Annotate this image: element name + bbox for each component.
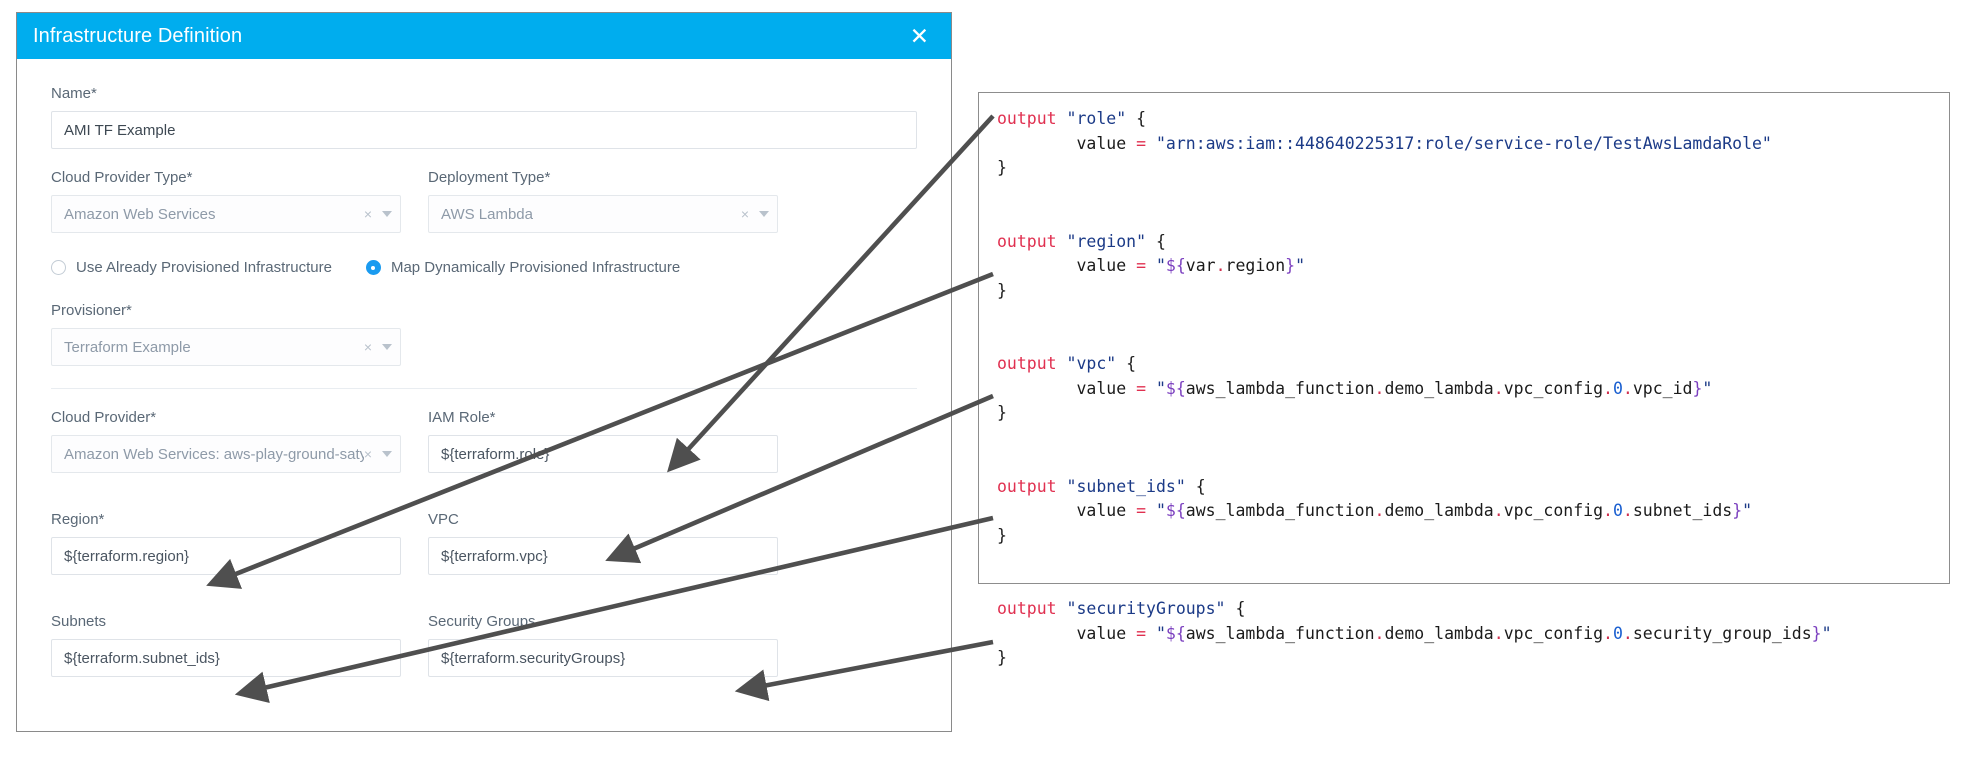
name-label: Name*: [51, 85, 97, 102]
field-group-cloud-provider: Cloud Provider* Amazon Web Services: aws…: [51, 409, 401, 473]
subnets-label: Subnets: [51, 613, 107, 630]
dialog-header: Infrastructure Definition ✕: [17, 13, 951, 59]
field-group-cloud-provider-type: Cloud Provider Type* Amazon Web Services…: [51, 169, 401, 233]
security-groups-label: Security Groups: [428, 613, 536, 630]
provisioning-mode-radio-group: Use Already Provisioned Infrastructure M…: [51, 259, 917, 276]
provisioner-value: Terraform Example: [64, 338, 191, 356]
field-group-subnets: Subnets ${terraform.subnet_ids}: [51, 613, 401, 677]
region-input[interactable]: ${terraform.region}: [51, 537, 401, 575]
row-subnets-securitygroups: Subnets ${terraform.subnet_ids} Security…: [51, 613, 917, 677]
radio-icon-selected[interactable]: [365, 260, 381, 275]
provisioner-col: Terraform Example ×: [51, 328, 401, 366]
clear-icon[interactable]: ×: [364, 446, 372, 462]
row-provider-deployment: Cloud Provider Type* Amazon Web Services…: [51, 169, 917, 233]
code-line-output-close: }: [997, 158, 1007, 177]
code-line-output-close: }: [997, 525, 1007, 545]
code-line-output-close: }: [997, 648, 1007, 667]
chevron-down-icon[interactable]: [759, 211, 769, 217]
clear-icon[interactable]: ×: [364, 339, 372, 355]
iam-role-input[interactable]: ${terraform.role}: [428, 435, 778, 473]
chevron-down-icon[interactable]: [382, 211, 392, 217]
field-group-deployment-type: Deployment Type* AWS Lambda ×: [428, 169, 778, 233]
dialog-title: Infrastructure Definition: [33, 24, 243, 47]
deployment-type-value: AWS Lambda: [441, 205, 533, 223]
radio-map-dynamically-provisioned[interactable]: Map Dynamically Provisioned Infrastructu…: [365, 259, 681, 276]
provisioner-label: Provisioner*: [51, 302, 132, 319]
terraform-outputs-code-panel: output "role" { value = "arn:aws:iam::44…: [978, 92, 1950, 667]
deployment-type-controls: ×: [741, 206, 769, 222]
code-line-value: value = "${aws_lambda_function.demo_lamb…: [1076, 378, 1713, 398]
region-label: Region*: [51, 511, 105, 528]
name-input[interactable]: AMI TF Example: [51, 111, 917, 149]
deployment-type-label: Deployment Type*: [428, 169, 551, 186]
radio-use-already-provisioned[interactable]: Use Already Provisioned Infrastructure: [51, 259, 332, 276]
cloud-provider-type-select[interactable]: Amazon Web Services ×: [51, 195, 401, 233]
clear-icon[interactable]: ×: [741, 206, 749, 222]
dialog-body: Name* AMI TF Example Cloud Provider Type…: [17, 59, 951, 677]
deployment-type-select[interactable]: AWS Lambda ×: [428, 195, 778, 233]
row-region-vpc: Region* ${terraform.region} VPC ${terraf…: [51, 511, 917, 575]
provisioner-controls: ×: [364, 339, 392, 355]
field-group-security-groups: Security Groups ${terraform.securityGrou…: [428, 613, 778, 677]
subnets-input[interactable]: ${terraform.subnet_ids}: [51, 639, 401, 677]
cloud-provider-label: Cloud Provider*: [51, 409, 157, 426]
radio-label: Use Already Provisioned Infrastructure: [76, 259, 332, 276]
code-line-value: value = "${aws_lambda_function.demo_lamb…: [1076, 623, 1832, 643]
code-line-output-open: output "subnet_ids" {: [997, 476, 1206, 496]
code-line-output-open: output "securityGroups" {: [997, 599, 1246, 618]
code-line-output-open: output "role" {: [997, 109, 1147, 128]
section-divider: [51, 388, 917, 389]
code-line-output-open: output "region" {: [997, 231, 1166, 251]
vpc-label: VPC: [428, 511, 459, 528]
cloud-provider-type-controls: ×: [364, 206, 392, 222]
clear-icon[interactable]: ×: [364, 206, 372, 222]
code-line-value: value = "${aws_lambda_function.demo_lamb…: [1076, 501, 1753, 520]
radio-label: Map Dynamically Provisioned Infrastructu…: [390, 259, 681, 276]
code-line-value: value = "${var.region}": [1076, 256, 1306, 275]
field-group-provisioner: Provisioner* Terraform Example ×: [51, 302, 917, 366]
code-line-output-close: }: [997, 403, 1007, 422]
code-line-output-open: output "vpc" {: [997, 354, 1137, 373]
iam-role-label: IAM Role*: [428, 409, 496, 426]
field-group-region: Region* ${terraform.region}: [51, 511, 401, 575]
row-cloudprovider-iamrole: Cloud Provider* Amazon Web Services: aws…: [51, 409, 917, 473]
vpc-input[interactable]: ${terraform.vpc}: [428, 537, 778, 575]
provisioner-select[interactable]: Terraform Example ×: [51, 328, 401, 366]
chevron-down-icon[interactable]: [382, 451, 392, 457]
field-group-iam-role: IAM Role* ${terraform.role}: [428, 409, 778, 473]
close-icon[interactable]: ✕: [910, 24, 929, 48]
field-group-name: Name* AMI TF Example: [51, 85, 917, 149]
cloud-provider-select[interactable]: Amazon Web Services: aws-play-ground-sat…: [51, 435, 401, 473]
radio-icon[interactable]: [51, 260, 66, 275]
code-line-value: value = "arn:aws:iam::448640225317:role/…: [1076, 133, 1772, 153]
field-group-vpc: VPC ${terraform.vpc}: [428, 511, 778, 575]
cloud-provider-value: Amazon Web Services: aws-play-ground-sat…: [64, 445, 364, 463]
cloud-provider-type-value: Amazon Web Services: [64, 205, 216, 223]
chevron-down-icon[interactable]: [382, 344, 392, 350]
cloud-provider-type-label: Cloud Provider Type*: [51, 169, 193, 186]
cloud-provider-controls: ×: [364, 446, 392, 462]
infrastructure-definition-dialog: Infrastructure Definition ✕ Name* AMI TF…: [16, 12, 952, 732]
code-line-output-close: }: [997, 280, 1007, 300]
security-groups-input[interactable]: ${terraform.securityGroups}: [428, 639, 778, 677]
